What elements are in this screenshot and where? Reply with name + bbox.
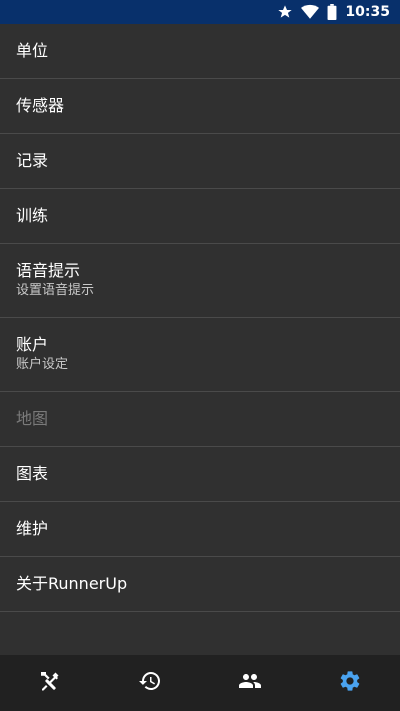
- status-bar: 10:35: [0, 0, 400, 24]
- battery-icon: [327, 4, 337, 20]
- bottom-navigation: [0, 655, 400, 711]
- settings-item-accounts[interactable]: 账户 账户设定: [0, 318, 400, 392]
- star-icon: [277, 4, 293, 20]
- settings-item-title: 训练: [16, 206, 49, 225]
- settings-item-title: 地图: [16, 409, 49, 428]
- tools-icon: [38, 669, 62, 697]
- status-time: 10:35: [345, 4, 390, 20]
- settings-item-about[interactable]: 关于RunnerUp: [0, 557, 400, 612]
- settings-item-title: 传感器: [16, 96, 65, 115]
- settings-list: 单位 传感器 记录 训练 语音提示 设置语音提示 账户 账户设定 地图 图表 维…: [0, 24, 400, 612]
- history-icon: [138, 669, 162, 697]
- settings-item-title: 图表: [16, 464, 49, 483]
- settings-item-summary: 账户设定: [16, 357, 69, 372]
- settings-item-title: 账户: [16, 335, 49, 354]
- tab-history[interactable]: [100, 655, 200, 711]
- settings-item-title: 维护: [16, 519, 49, 538]
- settings-item-map: 地图: [0, 392, 400, 447]
- tab-start[interactable]: [0, 655, 100, 711]
- people-icon: [238, 669, 262, 697]
- tab-feed[interactable]: [200, 655, 300, 711]
- settings-item-title: 关于RunnerUp: [16, 574, 128, 593]
- settings-item-summary: 设置语音提示: [16, 283, 95, 298]
- settings-item-graph[interactable]: 图表: [0, 447, 400, 502]
- settings-item-title: 语音提示: [16, 261, 81, 280]
- settings-item-recording[interactable]: 记录: [0, 134, 400, 189]
- settings-item-title: 记录: [16, 151, 49, 170]
- gear-icon: [338, 669, 362, 697]
- tab-settings[interactable]: [300, 655, 400, 711]
- settings-item-sensors[interactable]: 传感器: [0, 79, 400, 134]
- settings-item-workout[interactable]: 训练: [0, 189, 400, 244]
- settings-item-maintenance[interactable]: 维护: [0, 502, 400, 557]
- wifi-icon: [301, 4, 320, 20]
- settings-item-units[interactable]: 单位: [0, 24, 400, 79]
- settings-item-audio-cues[interactable]: 语音提示 设置语音提示: [0, 244, 400, 318]
- settings-item-title: 单位: [16, 41, 49, 60]
